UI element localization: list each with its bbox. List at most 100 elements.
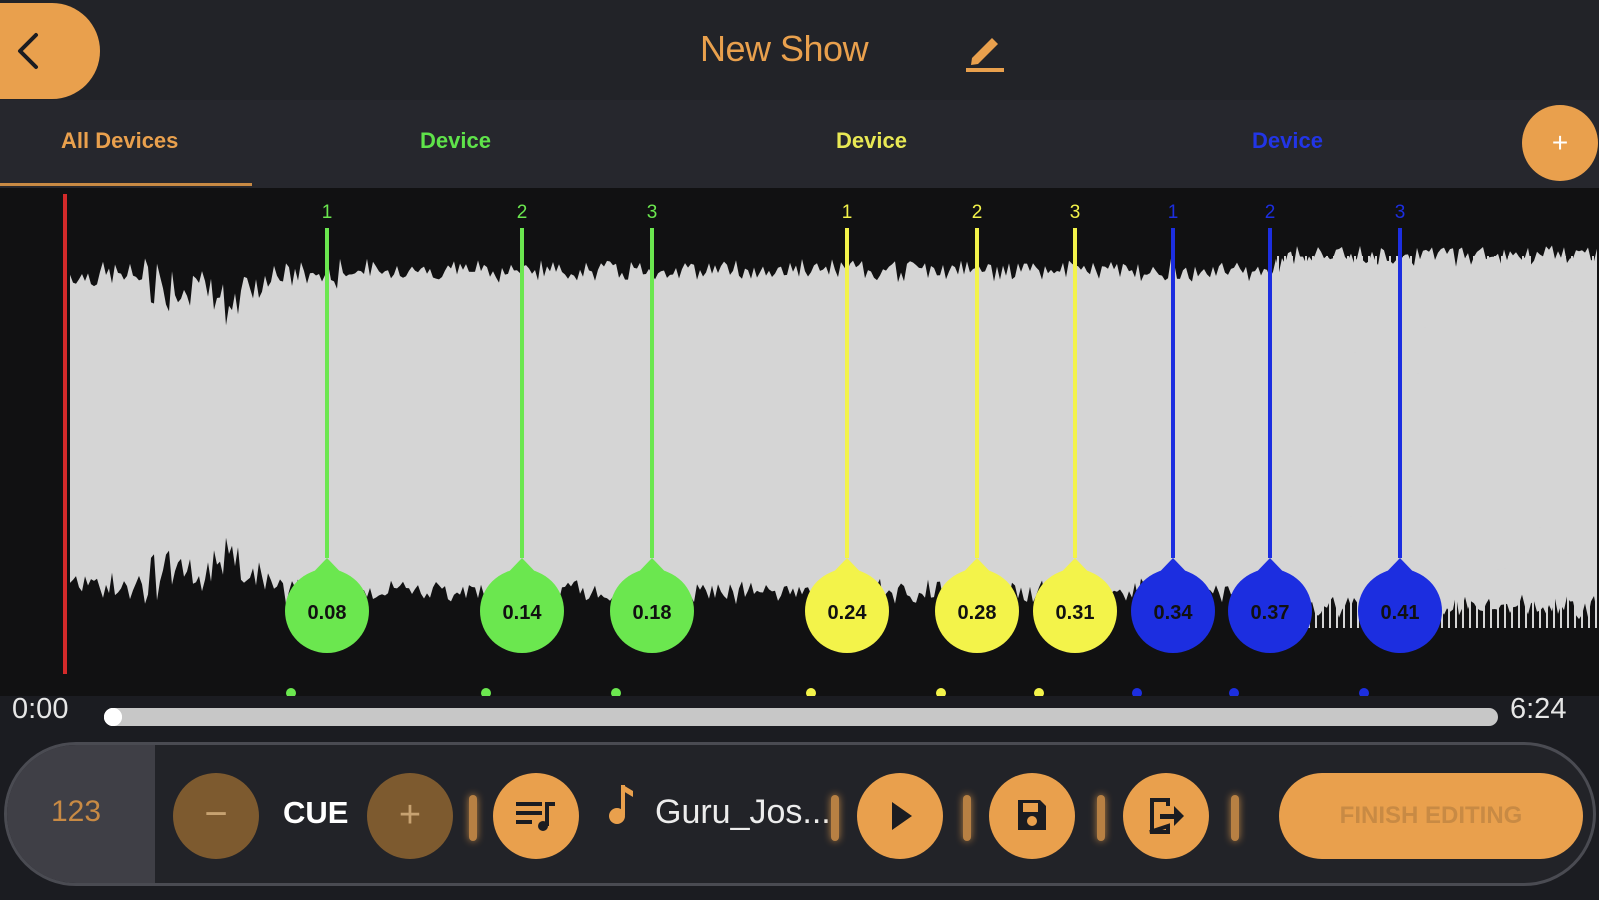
waveform-spike [1448,570,1450,628]
play-button[interactable] [857,773,943,859]
cue-number: 3 [647,202,658,223]
tab-device-yellow[interactable]: Device [836,128,907,154]
waveform-spike [1490,528,1492,628]
finish-editing-button[interactable]: FINISH EDITING [1279,773,1583,859]
waveform-spike [1389,256,1391,362]
waveform-spike [1476,576,1478,628]
waveform-spike [1532,559,1534,628]
waveform-spike [1322,567,1324,628]
export-button[interactable] [1123,773,1209,859]
waveform-spike [1347,256,1349,323]
waveform-spike [1585,256,1587,383]
waveform-spike [1497,569,1499,628]
cue-time: 0.18 [633,602,672,624]
waveform-spike [1511,538,1513,628]
header: New Show [0,0,1599,100]
separator [469,795,477,841]
add-device-button[interactable]: + [1522,105,1598,181]
device-tabs: All Devices Device Device Device + [0,100,1599,188]
waveform-spike [1578,256,1580,359]
waveform-spike [1487,256,1489,360]
waveform-spike [1333,256,1335,305]
cue-line [1268,228,1272,558]
waveform-spike [1469,558,1471,628]
edit-title-button[interactable] [962,26,1008,77]
waveform-spike [1536,256,1538,336]
waveform-spike [1329,529,1331,628]
bpm-box[interactable]: 123 [7,745,155,883]
playlist-icon [516,802,555,831]
waveform-spike [1403,256,1405,355]
cue-label: CUE [283,795,349,830]
waveform-spike [1508,256,1510,300]
separator [1097,795,1105,841]
playlist-button[interactable] [493,773,579,859]
cue-dot [806,688,816,696]
waveform-editor[interactable]: 1 0.08 2 0.14 3 0.18 1 0.24 2 0.28 3 0.31 1 0.34 2 0.37… [0,188,1599,696]
cue-dot [936,688,946,696]
waveform-spike [1455,584,1457,628]
waveform-spike [1588,509,1590,628]
waveform-spike [1553,560,1555,628]
separator [831,795,839,841]
cue-time: 0.37 [1251,602,1290,624]
cue-line [520,228,524,558]
show-title: New Show [700,28,869,69]
waveform-spike [1336,546,1338,628]
waveform-spike [1284,256,1286,304]
waveform-spike [1459,256,1461,314]
waveform-spike [1466,256,1468,300]
waveform-spike [1494,256,1496,319]
waveform-shape [70,245,1597,620]
waveform-spike [1581,579,1583,628]
cue-number: 2 [517,202,528,223]
waveform-spike [1522,256,1524,352]
waveform-spike [1480,256,1482,297]
waveform-spike [1438,256,1440,379]
chevron-left-icon [18,33,38,69]
app-root: New Show All Devices Device Device Devic… [0,0,1599,900]
timeline-scrubber[interactable] [104,708,1498,726]
song-name[interactable]: Guru_Jos... [655,793,831,832]
bpm-value[interactable]: 123 [51,795,101,829]
plus-button[interactable]: + [367,773,453,859]
cue-time: 0.28 [958,602,997,624]
waveform-spike [1473,256,1475,339]
waveform-spike [1557,256,1559,343]
cue-number: 3 [1395,202,1406,223]
cue-time: 0.34 [1154,602,1194,624]
tab-device-green[interactable]: Device [420,128,491,154]
waveform-spike [1396,256,1398,358]
cue-number: 1 [842,202,853,223]
waveform-spike [1326,256,1328,377]
waveform-spike [1375,256,1377,301]
cue-dot [611,688,621,696]
separator [1231,795,1239,841]
waveform-spike [1543,256,1545,303]
waveform-spike [1560,523,1562,628]
waveform-spike [1546,527,1548,628]
tab-device-blue[interactable]: Device [1252,128,1323,154]
waveform-spike [1312,256,1314,305]
waveform-spike [1462,513,1464,628]
waveform-spike [1424,256,1426,328]
cue-dot [1359,688,1369,696]
waveform-spike [1550,256,1552,385]
time-end: 6:24 [1510,693,1567,725]
tab-all-devices[interactable]: All Devices [61,128,178,154]
waveform-canvas[interactable]: 1 0.08 2 0.14 3 0.18 1 0.24 2 0.28 3 0.31 1 0.34 2 0.37… [0,188,1599,696]
minus-button[interactable]: − [173,773,259,859]
cue-time: 0.14 [503,602,543,624]
cue-dot [1229,688,1239,696]
save-icon [1018,800,1046,830]
waveform-spike [1515,256,1517,308]
waveform-spike [1417,256,1419,374]
cue-line [1073,228,1077,558]
scrubber-knob[interactable] [104,708,122,726]
cue-line [845,228,849,558]
cue-line [1171,228,1175,558]
waveform-spike [1452,256,1454,338]
cue-dot [286,688,296,696]
back-button[interactable] [0,3,100,99]
save-button[interactable] [989,773,1075,859]
